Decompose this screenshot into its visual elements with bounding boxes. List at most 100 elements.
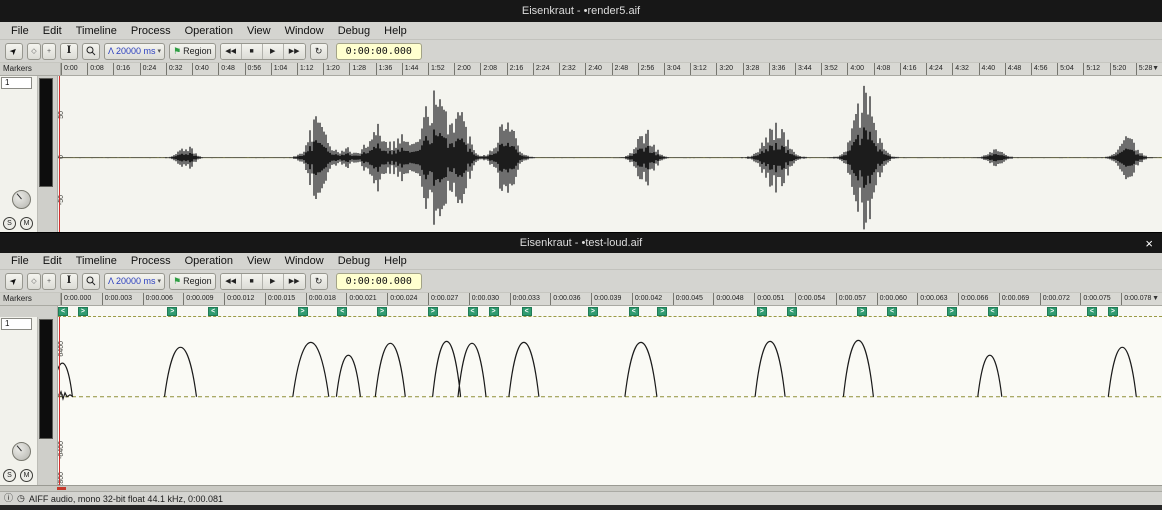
- play-button[interactable]: ▶: [263, 274, 284, 289]
- menu-operation[interactable]: Operation: [178, 25, 240, 37]
- timeline-marker-flag[interactable]: <: [58, 307, 68, 316]
- timeline-marker-flag[interactable]: >: [78, 307, 88, 316]
- forward-button[interactable]: ▶▶: [284, 274, 305, 289]
- timeline-marker-flag[interactable]: >: [377, 307, 387, 316]
- zoom-tool-button[interactable]: [82, 43, 100, 60]
- timeline-marker-flag[interactable]: <: [887, 307, 897, 316]
- info-icon[interactable]: ⓘ: [4, 494, 13, 503]
- timeline-ruler[interactable]: 0:00.0000:00.0030:00.0060:00.0090:00.012…: [61, 293, 1162, 305]
- tool-button-b[interactable]: +: [42, 273, 56, 290]
- titlebar[interactable]: Eisenkraut - •render5.aif: [0, 0, 1162, 22]
- timeline-marker-flag[interactable]: >: [947, 307, 957, 316]
- pointer-tool-button[interactable]: ➤: [5, 43, 23, 60]
- mute-button[interactable]: M: [20, 217, 33, 230]
- timeline-marker-flag[interactable]: >: [757, 307, 767, 316]
- clock-icon[interactable]: ◷: [17, 494, 25, 503]
- timeline-marker-flag[interactable]: <: [629, 307, 639, 316]
- toolbar: ➤ ◇ + I Λ 20000 ms ▾ ⚑ Region ◀◀ ■ ▶: [0, 270, 1162, 292]
- menu-operation[interactable]: Operation: [178, 255, 240, 267]
- menu-window[interactable]: Window: [278, 25, 331, 37]
- marker-flag-lane[interactable]: < > > < > < > > < > < > < > > < > < > < > < >: [58, 306, 1162, 317]
- gain-knob[interactable]: [12, 442, 31, 461]
- time-display[interactable]: 0:00:00.000: [336, 273, 422, 290]
- menu-edit[interactable]: Edit: [36, 255, 69, 267]
- ruler-label: 4:08: [874, 63, 891, 75]
- timeline-marker-flag[interactable]: >: [428, 307, 438, 316]
- waveform-view[interactable]: 500-50: [58, 76, 1162, 233]
- menu-debug[interactable]: Debug: [331, 25, 377, 37]
- ruler-label: 1:36: [376, 63, 393, 75]
- region-button[interactable]: ⚑ Region: [169, 273, 216, 290]
- timeline-marker-flag[interactable]: >: [1047, 307, 1057, 316]
- waveform-view[interactable]: 64000-640012800: [58, 317, 1162, 485]
- loop-button[interactable]: ↻: [310, 43, 328, 60]
- marker-flag-1[interactable]: 1: [1, 318, 32, 330]
- ibeam-tool-button[interactable]: I: [60, 43, 78, 60]
- zoom-tool-button[interactable]: [82, 273, 100, 290]
- timeline-marker-flag[interactable]: >: [657, 307, 667, 316]
- timeline-marker-flag[interactable]: <: [522, 307, 532, 316]
- ruler-menu-icon[interactable]: ▼: [1152, 65, 1159, 73]
- horizontal-scrollbar[interactable]: [0, 485, 1162, 491]
- rewind-button[interactable]: ◀◀: [221, 44, 242, 59]
- ruler-menu-icon[interactable]: ▼: [1152, 295, 1159, 303]
- menu-timeline[interactable]: Timeline: [69, 255, 124, 267]
- tool-button-a[interactable]: ◇: [27, 273, 41, 290]
- menu-help[interactable]: Help: [377, 25, 414, 37]
- timeline-marker-flag[interactable]: >: [298, 307, 308, 316]
- ibeam-tool-button[interactable]: I: [60, 273, 78, 290]
- close-icon[interactable]: ×: [1145, 233, 1153, 253]
- timeline-ruler[interactable]: 0:000:080:160:240:320:400:480:561:041:12…: [61, 63, 1162, 75]
- timeline-marker-flag[interactable]: <: [787, 307, 797, 316]
- timeline-marker-flag[interactable]: >: [857, 307, 867, 316]
- timeline-marker-flag[interactable]: <: [468, 307, 478, 316]
- markers-track-header[interactable]: Markers: [0, 63, 61, 75]
- menu-process[interactable]: Process: [124, 255, 178, 267]
- stop-button[interactable]: ■: [242, 274, 263, 289]
- mute-button[interactable]: M: [20, 469, 33, 482]
- pointer-tool-button[interactable]: ➤: [5, 273, 23, 290]
- status-text: AIFF audio, mono 32-bit float 44.1 kHz, …: [29, 494, 223, 504]
- menu-debug[interactable]: Debug: [331, 255, 377, 267]
- timeline-marker-flag[interactable]: <: [208, 307, 218, 316]
- timeline-marker-flag[interactable]: <: [337, 307, 347, 316]
- menu-timeline[interactable]: Timeline: [69, 25, 124, 37]
- track-sidebar: 1 S M: [0, 76, 58, 233]
- scrollbar-thumb[interactable]: [57, 487, 66, 490]
- titlebar[interactable]: Eisenkraut - •test-loud.aif ×: [0, 233, 1162, 253]
- region-button[interactable]: ⚑ Region: [169, 43, 216, 60]
- gain-knob[interactable]: [12, 190, 31, 209]
- solo-button[interactable]: S: [3, 469, 16, 482]
- menu-view[interactable]: View: [240, 25, 278, 37]
- menu-edit[interactable]: Edit: [36, 25, 69, 37]
- timebase-dropdown[interactable]: Λ 20000 ms ▾: [104, 273, 165, 290]
- forward-button[interactable]: ▶▶: [284, 44, 305, 59]
- menu-process[interactable]: Process: [124, 25, 178, 37]
- timeline-marker-flag[interactable]: >: [489, 307, 499, 316]
- rewind-button[interactable]: ◀◀: [221, 274, 242, 289]
- tool-button-b[interactable]: +: [42, 43, 56, 60]
- menu-help[interactable]: Help: [377, 255, 414, 267]
- timebase-dropdown[interactable]: Λ 20000 ms ▾: [104, 43, 165, 60]
- markers-track-header[interactable]: Markers: [0, 293, 61, 305]
- timeline-marker-flag[interactable]: >: [588, 307, 598, 316]
- ruler-label: 0:00.042: [632, 293, 662, 305]
- menu-file[interactable]: File: [4, 255, 36, 267]
- loop-button[interactable]: ↻: [310, 273, 328, 290]
- ruler-label: 4:56: [1031, 63, 1048, 75]
- marker-flag-1[interactable]: 1: [1, 77, 32, 89]
- ruler-label: 0:00.048: [713, 293, 743, 305]
- menu-window[interactable]: Window: [278, 255, 331, 267]
- timeline-marker-flag[interactable]: >: [1108, 307, 1118, 316]
- ruler-label: 0:24: [140, 63, 157, 75]
- play-button[interactable]: ▶: [263, 44, 284, 59]
- menu-file[interactable]: File: [4, 25, 36, 37]
- solo-button[interactable]: S: [3, 217, 16, 230]
- timeline-marker-flag[interactable]: <: [988, 307, 998, 316]
- timeline-marker-flag[interactable]: >: [167, 307, 177, 316]
- tool-button-a[interactable]: ◇: [27, 43, 41, 60]
- menu-view[interactable]: View: [240, 255, 278, 267]
- time-display[interactable]: 0:00:00.000: [336, 43, 422, 60]
- timeline-marker-flag[interactable]: <: [1087, 307, 1097, 316]
- stop-button[interactable]: ■: [242, 44, 263, 59]
